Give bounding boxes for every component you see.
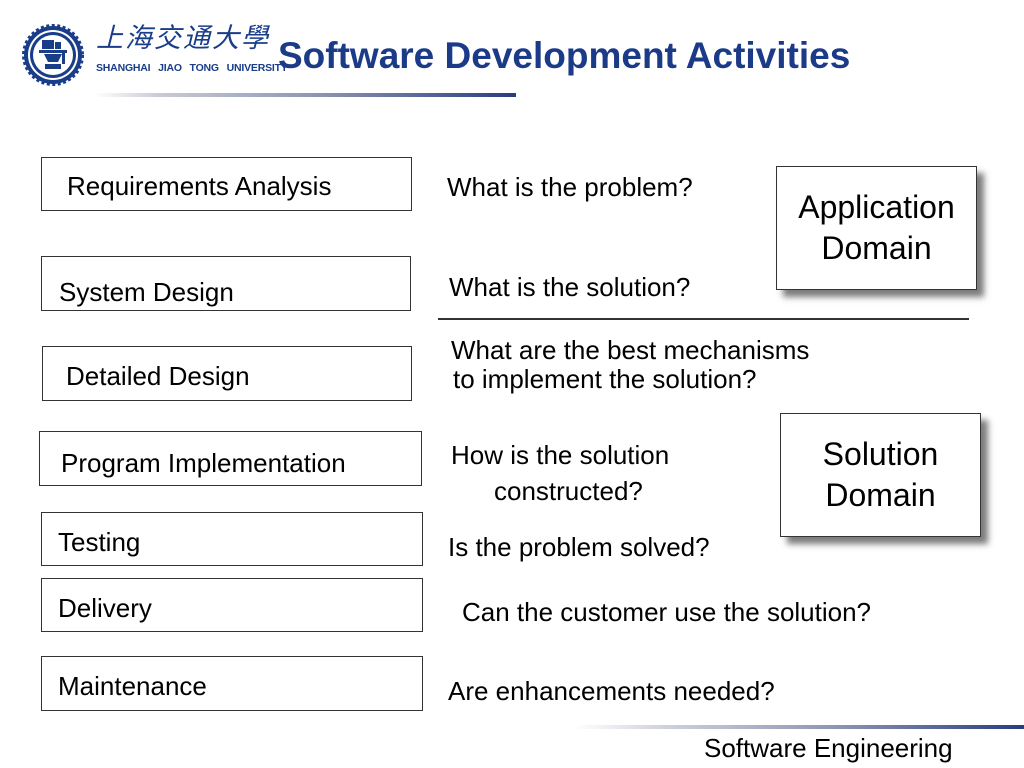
footer-rule (575, 725, 1024, 729)
footer-course-name: Software Engineering (704, 733, 953, 763)
activity-label: Maintenance (58, 671, 207, 701)
question-construction-line1: How is the solution (451, 440, 670, 470)
question-mechanisms-line2: to implement the solution? (453, 364, 757, 394)
university-emblem-icon (22, 24, 84, 86)
activity-box-requirements-analysis: Requirements Analysis (41, 157, 412, 211)
domain-label-line2: Domain (825, 477, 936, 513)
activity-box-maintenance: Maintenance (41, 656, 423, 711)
domain-label-line2: Domain (821, 230, 932, 266)
domain-label-line1: Solution (822, 436, 939, 472)
question-solved: Is the problem solved? (448, 532, 710, 562)
question-problem: What is the problem? (447, 172, 693, 202)
question-solution: What is the solution? (449, 272, 691, 302)
domain-label-line1: Application (798, 189, 955, 225)
activity-label: Program Implementation (61, 448, 346, 478)
activity-label: Testing (58, 527, 141, 557)
activity-box-program-implementation: Program Implementation (39, 431, 422, 486)
domain-divider-line (438, 318, 969, 320)
university-name-english: SHANGHAI JIAO TONG UNIVERSITY (96, 62, 288, 74)
activity-label: Detailed Design (66, 361, 250, 391)
title-underline (95, 93, 516, 97)
activity-box-system-design: System Design (41, 256, 411, 311)
activity-box-detailed-design: Detailed Design (42, 346, 412, 401)
page-title: Software Development Activities (278, 35, 851, 76)
question-construction-line2: constructed? (494, 476, 643, 506)
question-customer-use: Can the customer use the solution? (462, 597, 872, 627)
activity-box-delivery: Delivery (41, 578, 423, 632)
question-mechanisms-line1: What are the best mechanisms (451, 335, 810, 365)
activity-box-testing: Testing (41, 512, 423, 566)
activity-label: Requirements Analysis (67, 171, 332, 201)
activity-label: Delivery (58, 593, 152, 623)
university-name-chinese: 上海交通大學 (96, 23, 270, 54)
application-domain-box: Application Domain (776, 166, 977, 290)
activity-label: System Design (59, 277, 234, 307)
solution-domain-box: Solution Domain (780, 413, 981, 537)
question-enhancements: Are enhancements needed? (448, 676, 775, 706)
